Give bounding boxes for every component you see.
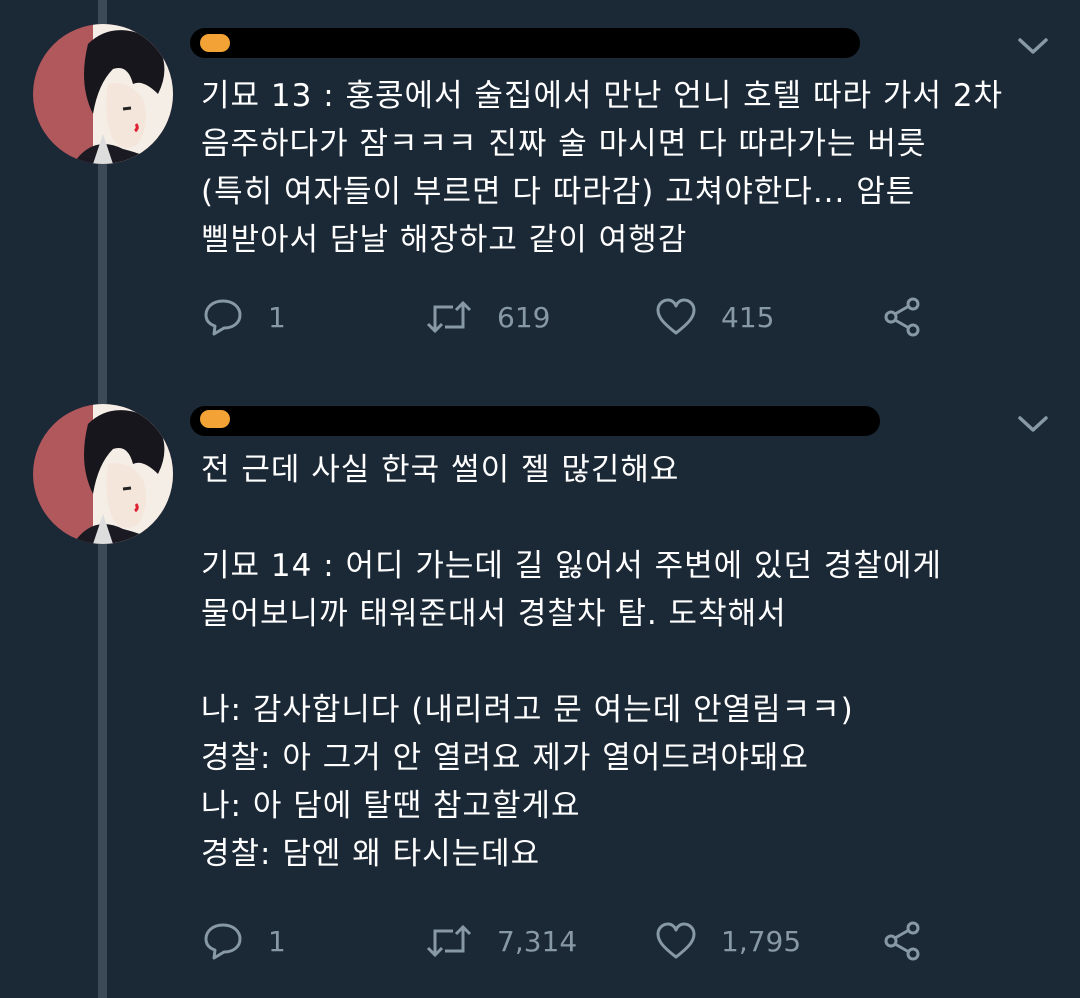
reply-button[interactable]: 1 bbox=[202, 292, 286, 342]
reply-icon bbox=[202, 297, 244, 337]
like-button[interactable]: 415 bbox=[655, 292, 774, 342]
tweet-actions: 1 7,314 1,795 bbox=[200, 916, 960, 966]
avatar[interactable] bbox=[33, 404, 173, 544]
chevron-down-icon[interactable] bbox=[1016, 35, 1050, 57]
share-button[interactable] bbox=[882, 916, 924, 966]
retweet-icon bbox=[425, 297, 473, 337]
redacted-author bbox=[190, 406, 880, 436]
tweet-line: 나: 아 담에 탈땐 참고할게요 bbox=[201, 788, 581, 824]
tweet-line: 삘받아서 담날 해장하고 같이 여행감 bbox=[201, 222, 688, 258]
heart-icon bbox=[655, 297, 697, 337]
chevron-down-icon[interactable] bbox=[1016, 413, 1050, 435]
retweet-icon bbox=[425, 921, 473, 961]
tweet-text: 기묘 13 : 홍콩에서 술집에서 만난 언니 호텔 따라 가서 2차 음주하다… bbox=[201, 72, 1061, 264]
tweet[interactable]: 기묘 13 : 홍콩에서 술집에서 만난 언니 호텔 따라 가서 2차 음주하다… bbox=[0, 0, 1080, 380]
share-icon bbox=[882, 920, 924, 962]
tweet-line: 전 근데 사실 한국 썰이 젤 많긴해요 bbox=[201, 452, 680, 488]
share-icon bbox=[882, 296, 924, 338]
avatar[interactable] bbox=[33, 24, 173, 164]
redacted-author bbox=[190, 28, 860, 58]
tweet-line: (특히 여자들이 부르면 다 따라감) 고쳐야한다... 암튼 bbox=[201, 174, 916, 210]
tweet-line: 경찰: 아 그거 안 열려요 제가 열어드려야돼요 bbox=[201, 740, 809, 776]
badge-icon bbox=[200, 34, 230, 52]
tweet-actions: 1 619 415 bbox=[200, 292, 960, 342]
reply-count: 1 bbox=[268, 924, 286, 958]
tweet-line: 기묘 13 : 홍콩에서 술집에서 만난 언니 호텔 따라 가서 2차 bbox=[201, 78, 1004, 114]
tweet-line: 기묘 14 : 어디 가는데 길 잃어서 주변에 있던 경찰에게 bbox=[201, 548, 942, 584]
reply-button[interactable]: 1 bbox=[202, 916, 286, 966]
like-count: 1,795 bbox=[721, 924, 802, 958]
retweet-count: 7,314 bbox=[497, 924, 578, 958]
reply-count: 1 bbox=[268, 300, 286, 334]
tweet-text: 전 근데 사실 한국 썰이 젤 많긴해요 기묘 14 : 어디 가는데 길 잃어… bbox=[201, 446, 1061, 878]
retweet-button[interactable]: 7,314 bbox=[425, 916, 577, 966]
share-button[interactable] bbox=[882, 292, 924, 342]
tweet-line: 음주하다가 잠ㅋㅋㅋ 진짜 술 마시면 다 따라가는 버릇 bbox=[201, 126, 927, 162]
reply-icon bbox=[202, 921, 244, 961]
tweet-thread: 기묘 13 : 홍콩에서 술집에서 만난 언니 호텔 따라 가서 2차 음주하다… bbox=[0, 0, 1080, 998]
like-button[interactable]: 1,795 bbox=[655, 916, 801, 966]
like-count: 415 bbox=[721, 300, 775, 334]
heart-icon bbox=[655, 921, 697, 961]
tweet-line: 나: 감사합니다 (내리려고 문 여는데 안열림ㅋㅋ) bbox=[201, 692, 854, 728]
tweet[interactable]: 전 근데 사실 한국 썰이 젤 많긴해요 기묘 14 : 어디 가는데 길 잃어… bbox=[0, 380, 1080, 998]
tweet-line: 물어보니까 태워준대서 경찰차 탐. 도착해서 bbox=[201, 596, 787, 632]
badge-icon bbox=[200, 410, 230, 428]
tweet-line: 경찰: 담엔 왜 타시는데요 bbox=[201, 836, 541, 872]
retweet-button[interactable]: 619 bbox=[425, 292, 550, 342]
retweet-count: 619 bbox=[497, 300, 551, 334]
